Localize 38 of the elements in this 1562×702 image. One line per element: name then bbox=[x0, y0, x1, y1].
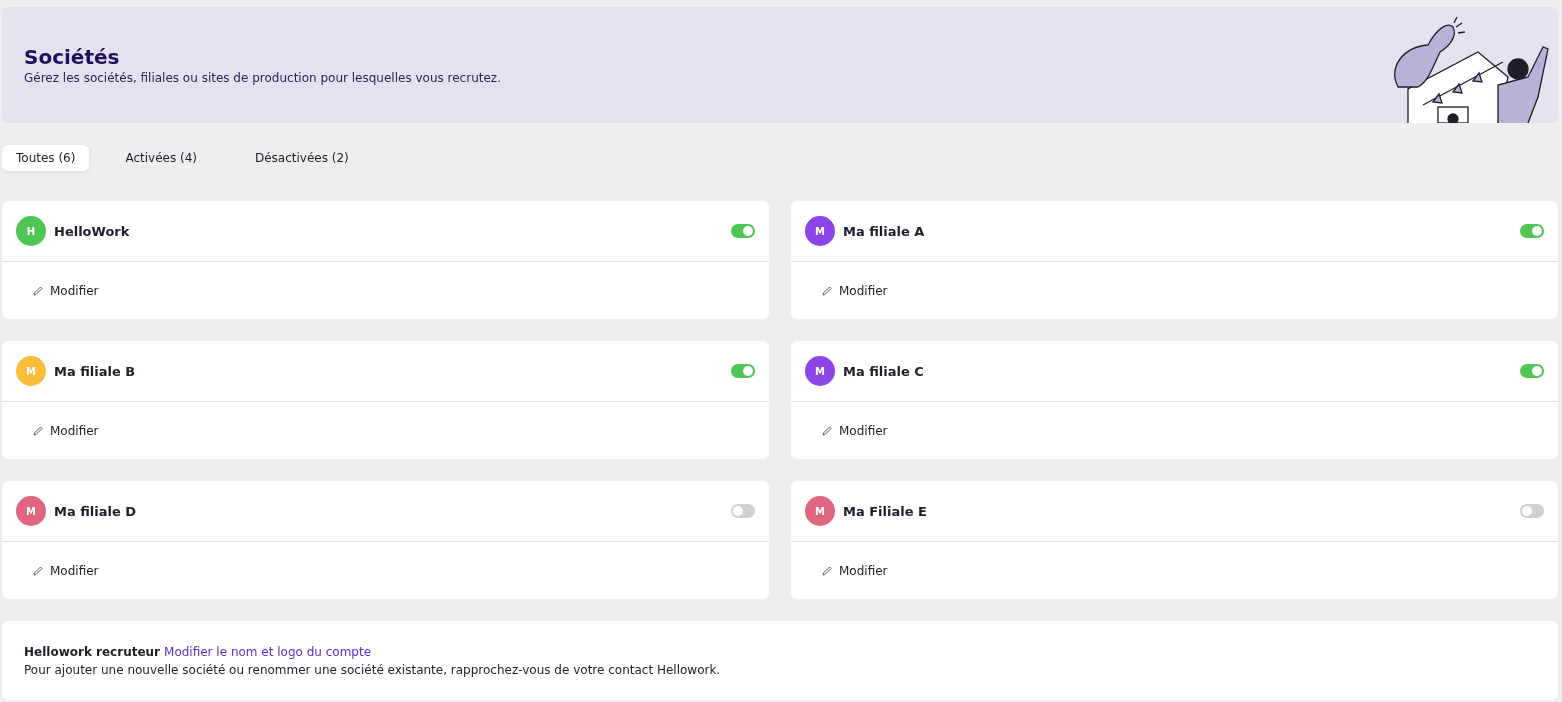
company-avatar: M bbox=[805, 356, 835, 386]
account-name: Hellowork recruteur bbox=[24, 644, 161, 659]
company-avatar: M bbox=[16, 356, 46, 386]
filter-tab[interactable]: Désactivées (2) bbox=[240, 145, 363, 171]
company-avatar: M bbox=[805, 216, 835, 246]
company-name: Ma filiale C bbox=[843, 363, 925, 379]
page-subtitle: Gérez les sociétés, filiales ou sites de production pour lesquelles vous recrutez. bbox=[24, 71, 501, 85]
pencil-icon bbox=[32, 284, 44, 297]
toggle-switch[interactable] bbox=[731, 364, 755, 378]
toggle-switch[interactable] bbox=[1520, 224, 1544, 238]
pencil-icon bbox=[821, 564, 833, 577]
company-avatar: M bbox=[805, 496, 835, 526]
company-name: Ma Filiale E bbox=[843, 503, 928, 519]
company-avatar: M bbox=[16, 496, 46, 526]
company-avatar: H bbox=[16, 216, 46, 246]
pencil-icon bbox=[821, 284, 833, 297]
filter-tab[interactable]: Toutes (6) bbox=[2, 145, 90, 171]
edit-button[interactable]: Modifier bbox=[32, 563, 99, 578]
edit-button[interactable]: Modifier bbox=[821, 563, 888, 578]
toggle-switch[interactable] bbox=[731, 224, 755, 238]
edit-account-link[interactable]: Modifier le nom et logo du compte bbox=[164, 644, 372, 659]
edit-button[interactable]: Modifier bbox=[32, 423, 99, 438]
company-name: Ma filiale B bbox=[54, 363, 137, 379]
info-note: Pour ajouter une nouvelle société ou renommer une société existante, rapprochez-vous de votre contact Hellowork. bbox=[24, 662, 722, 677]
toggle-switch[interactable] bbox=[1520, 364, 1544, 378]
filter-tab[interactable]: Activées (4) bbox=[111, 145, 211, 171]
page-title: Sociétés bbox=[24, 45, 121, 69]
pencil-icon bbox=[821, 424, 833, 437]
edit-button[interactable]: Modifier bbox=[821, 423, 888, 438]
company-name: Ma filiale D bbox=[54, 503, 138, 519]
edit-button[interactable]: Modifier bbox=[32, 283, 99, 298]
toggle-switch[interactable] bbox=[1520, 504, 1544, 518]
pencil-icon bbox=[32, 564, 44, 577]
toggle-switch[interactable] bbox=[731, 504, 755, 518]
edit-button[interactable]: Modifier bbox=[821, 283, 888, 298]
company-name: Ma filiale A bbox=[843, 223, 926, 239]
company-name: HelloWork bbox=[54, 223, 131, 239]
pencil-icon bbox=[32, 424, 44, 437]
